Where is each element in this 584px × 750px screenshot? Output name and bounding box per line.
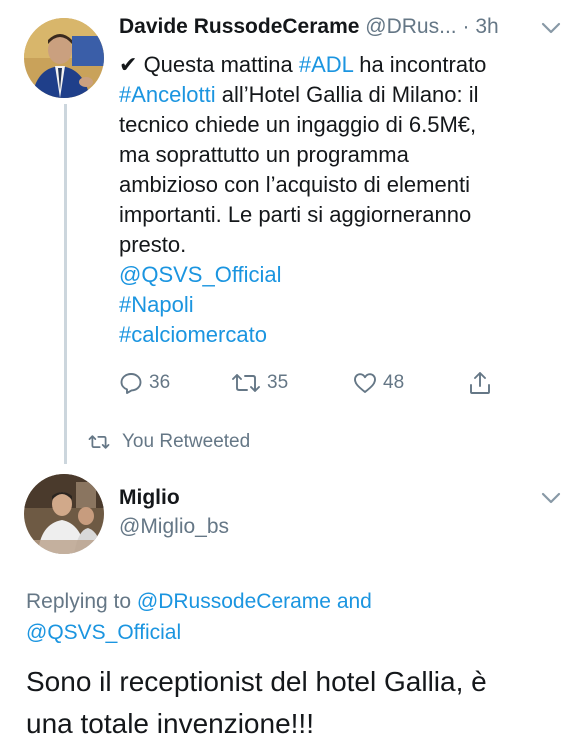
share-icon — [470, 372, 490, 394]
tweet1-text-line: presto. — [119, 232, 187, 257]
tweet2-text: Sono il receptionist del hotel Gallia, è… — [26, 661, 571, 745]
hashtag-calciomercato[interactable]: #calciomercato — [119, 320, 569, 350]
tweet1-text-line: importanti. Le parti si aggiorneranno — [119, 202, 472, 227]
retweet-count: 35 — [267, 372, 289, 393]
reply-action[interactable]: 36 — [119, 368, 170, 398]
share-action[interactable] — [468, 368, 492, 398]
tweet1-text-segment: all’Hotel Gallia di Milano: il — [221, 82, 479, 107]
check-mark: ✔ — [119, 52, 138, 77]
tweet1-text-line: ma soprattutto un programma — [119, 142, 409, 167]
tweet1-text-segment: Questa mattina — [143, 52, 293, 77]
tweet1-header: Davide RussodeCerame @DRus... · 3h — [119, 12, 554, 42]
avatar-davide[interactable] — [24, 18, 104, 98]
tweet2-author-name[interactable]: Miglio — [119, 484, 180, 512]
tweet1-text-segment: ha incontrato — [359, 52, 487, 77]
reply-count: 36 — [149, 372, 171, 393]
retweeted-indicator: You Retweeted — [88, 428, 250, 456]
tweet2-text-line: Sono il receptionist del hotel Gallia, è — [26, 666, 487, 697]
replying-and: and — [336, 590, 372, 613]
mention-qsvs[interactable]: @QSVS_Official — [119, 260, 569, 290]
avatar-miglio[interactable] — [24, 474, 104, 554]
replying-prefix: Replying to — [26, 590, 132, 613]
chevron-down-icon[interactable] — [540, 20, 562, 36]
hashtag-ancelotti[interactable]: #Ancelotti — [119, 82, 216, 107]
thread-line — [64, 104, 67, 464]
hashtag-adl[interactable]: #ADL — [299, 52, 353, 77]
retweeted-label: You Retweeted — [122, 431, 251, 452]
avatar-miglio-image — [24, 474, 104, 554]
tweet1-text-line: tecnico chiede un ingaggio di 6.5M€, — [119, 112, 477, 137]
replying-to: Replying to @DRussodeCerame and @QSVS_Of… — [26, 586, 566, 648]
like-count: 48 — [383, 372, 405, 393]
retweeted-icon — [88, 435, 110, 449]
tweet1-text-line: ambizioso con l’acquisto di elementi — [119, 172, 470, 197]
like-icon — [354, 373, 376, 393]
tweet1-text: ✔ Questa mattina #ADL ha incontrato #Anc… — [119, 50, 569, 350]
like-action[interactable]: 48 — [353, 368, 404, 398]
hashtag-napoli[interactable]: #Napoli — [119, 290, 569, 320]
tweet2-text-line: una totale invenzione!!! — [26, 708, 314, 739]
tweet1-author-handle[interactable]: @DRus... — [365, 15, 456, 38]
avatar-davide-image — [24, 18, 104, 98]
tweet1-timestamp[interactable]: 3h — [475, 15, 498, 38]
retweet-action[interactable]: 35 — [231, 368, 288, 398]
retweet-icon — [232, 374, 260, 392]
tweet1-separator: · — [462, 15, 470, 38]
replying-user-qsvs[interactable]: @QSVS_Official — [26, 621, 181, 644]
replying-user-drusso[interactable]: @DRussodeCerame — [137, 590, 331, 613]
chevron-down-icon[interactable] — [540, 490, 562, 506]
tweet2-author-handle[interactable]: @Miglio_bs — [119, 512, 229, 542]
reply-icon — [120, 373, 142, 394]
tweet1-author-name[interactable]: Davide RussodeCerame — [119, 15, 359, 38]
